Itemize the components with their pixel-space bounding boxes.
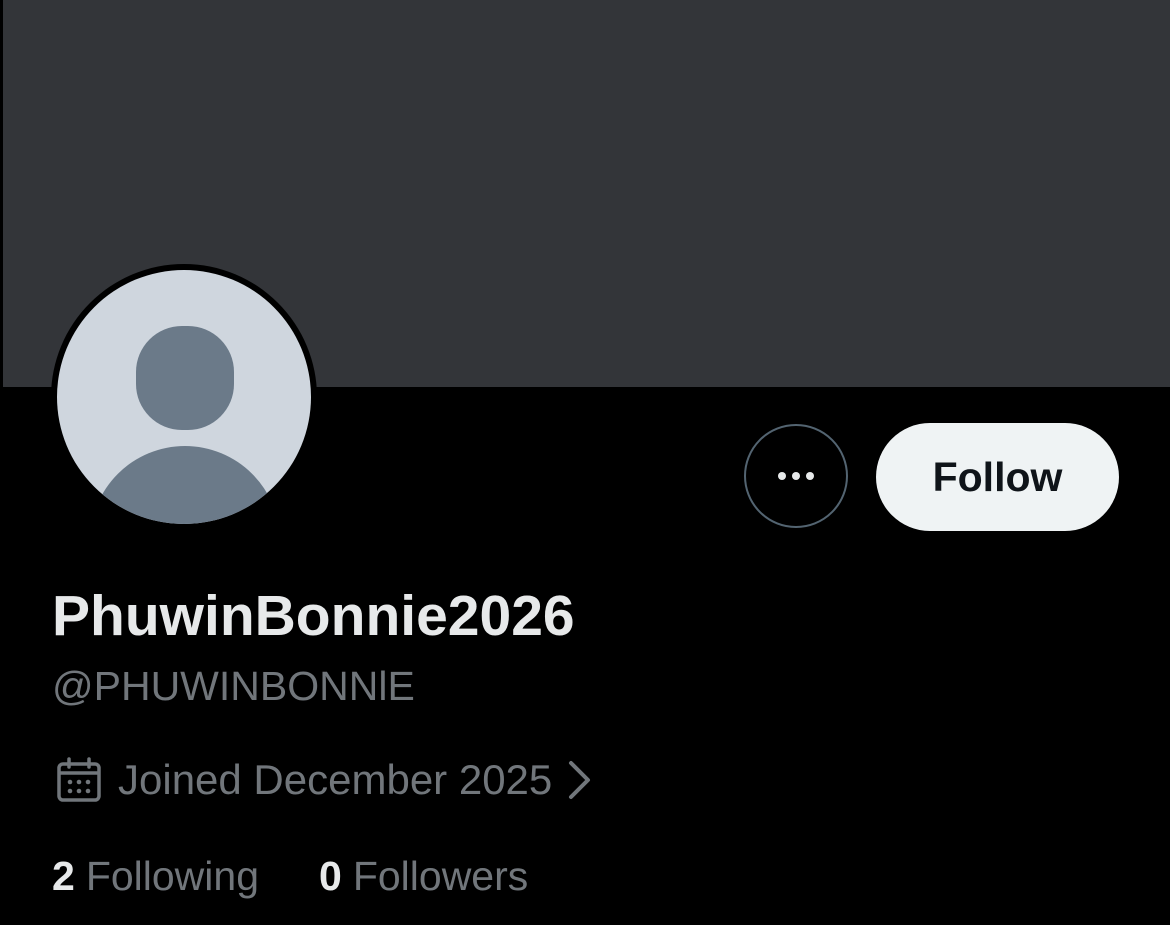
follow-button[interactable]: Follow [876, 423, 1119, 531]
user-handle: @PHUWINBONNlE [52, 663, 415, 709]
default-avatar-icon [57, 270, 311, 524]
more-dots-icon [778, 472, 814, 480]
following-link[interactable]: 2 Following [52, 853, 259, 900]
avatar-body-shape [90, 446, 280, 524]
following-label: Following [85, 852, 260, 899]
avatar-head-shape [136, 326, 234, 430]
followers-label: Followers [352, 852, 529, 899]
followers-link[interactable]: 0 Followers [319, 853, 528, 900]
profile-avatar[interactable] [51, 264, 317, 530]
more-options-button[interactable] [744, 424, 848, 528]
calendar-icon [57, 757, 101, 802]
profile-stats: 2 Following 0 Followers [52, 848, 528, 904]
following-count: 2 [52, 852, 75, 899]
joined-date-row[interactable]: Joined December 2025 [56, 752, 594, 808]
display-name: PhuwinBonnie2026 [52, 584, 575, 648]
joined-date-text: Joined December 2025 [118, 756, 553, 803]
chevron-right-icon [569, 761, 591, 799]
followers-count: 0 [319, 852, 342, 899]
